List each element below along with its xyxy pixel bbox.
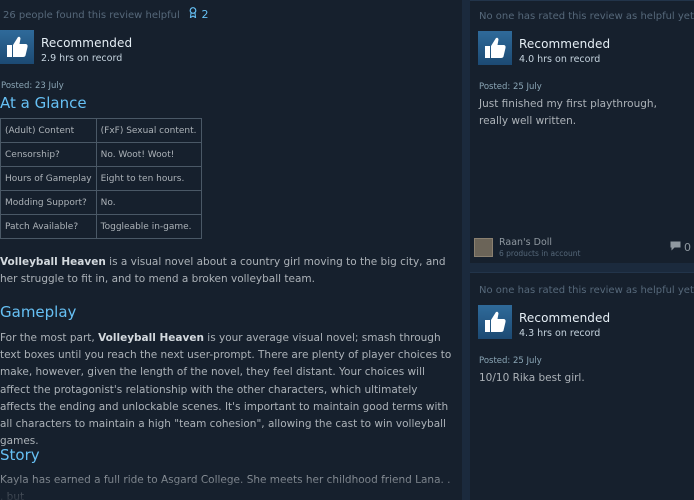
review-card: No one has rated this review as helpful … — [470, 0, 694, 263]
table-cell: Modding Support? — [0, 190, 97, 215]
helpful-line: No one has rated this review as helpful … — [479, 282, 694, 296]
hours-on-record: 4.3 hrs on record — [519, 328, 601, 339]
review-left: 26 people found this review helpful 2 Re… — [0, 0, 462, 500]
table-row: Censorship? No. Woot! Woot! — [0, 142, 202, 167]
verdict-title: Recommended — [519, 311, 611, 325]
table-cell: (Adult) Content — [0, 118, 97, 143]
posted-date: Posted: 23 July — [1, 81, 64, 91]
comment-bubble-icon — [670, 241, 681, 254]
comment-count[interactable]: 0 — [670, 241, 691, 254]
author-products: 6 products in account — [499, 249, 581, 258]
avatar[interactable] — [474, 238, 493, 257]
author-name[interactable]: Raan's Doll — [499, 237, 580, 248]
table-row: (Adult) Content (FxF) Sexual content. — [0, 118, 202, 143]
story-paragraph: Kayla has earned a full ride to Asgard C… — [0, 474, 451, 500]
helpful-text: No one has rated this review as helpful … — [479, 285, 694, 296]
table-cell: (FxF) Sexual content. — [95, 118, 202, 143]
review-text: Just finished my first playthrough, real… — [479, 98, 657, 127]
thumbs-up-icon — [0, 30, 34, 64]
table-cell: Hours of Gameplay — [0, 166, 97, 191]
helpful-line: 26 people found this review helpful 2 — [3, 7, 208, 21]
review-text: 10/10 Rika best girl. — [479, 372, 585, 384]
thumbs-up-icon — [478, 305, 512, 339]
award-count: 2 — [201, 8, 209, 21]
table-cell: Censorship? — [0, 142, 97, 167]
glance-table: (Adult) Content (FxF) Sexual content. Ce… — [0, 118, 202, 239]
table-row: Hours of Gameplay Eight to ten hours. — [0, 166, 202, 191]
game-title-bold: Volleyball Heaven — [98, 332, 204, 344]
gameplay-pre: For the most part, — [0, 332, 99, 344]
gameplay-paragraph: For the most part, Volleyball Heaven is … — [0, 330, 455, 450]
verdict-title: Recommended — [519, 37, 611, 51]
review-card: No one has rated this review as helpful … — [470, 272, 694, 500]
gameplay-text: is your average visual novel; smash thro… — [0, 332, 452, 448]
review-author[interactable]: Raan's Doll 6 products in account — [474, 237, 580, 258]
posted-date: Posted: 25 July — [479, 82, 542, 92]
table-cell: No. Woot! Woot! — [95, 142, 202, 167]
helpful-line: No one has rated this review as helpful … — [479, 8, 694, 22]
table-row: Modding Support? No. — [0, 190, 202, 215]
table-cell: Eight to ten hours. — [95, 166, 202, 191]
table-cell: Toggleable in-game. — [95, 214, 202, 239]
thumbs-up-icon — [478, 31, 512, 65]
verdict-title: Recommended — [41, 36, 133, 50]
heading-gameplay: Gameplay — [0, 303, 77, 321]
comment-count-value: 0 — [684, 241, 691, 254]
table-row: Patch Available? Toggleable in-game. — [0, 214, 202, 239]
helpful-text: No one has rated this review as helpful … — [479, 11, 694, 22]
hours-on-record: 4.0 hrs on record — [519, 54, 601, 65]
hours-on-record: 2.9 hrs on record — [41, 53, 123, 64]
table-cell: Patch Available? — [0, 214, 97, 239]
helpful-text: 26 people found this review helpful — [3, 10, 180, 21]
game-title-bold: Volleyball Heaven — [0, 256, 106, 268]
heading-at-a-glance: At a Glance — [0, 94, 87, 112]
award-ribbon-icon[interactable] — [189, 7, 201, 21]
table-cell: No. — [95, 190, 202, 215]
intro-paragraph: Volleyball Heaven is a visual novel abou… — [0, 254, 455, 288]
heading-story: Story — [0, 446, 40, 464]
posted-date: Posted: 25 July — [479, 356, 542, 366]
